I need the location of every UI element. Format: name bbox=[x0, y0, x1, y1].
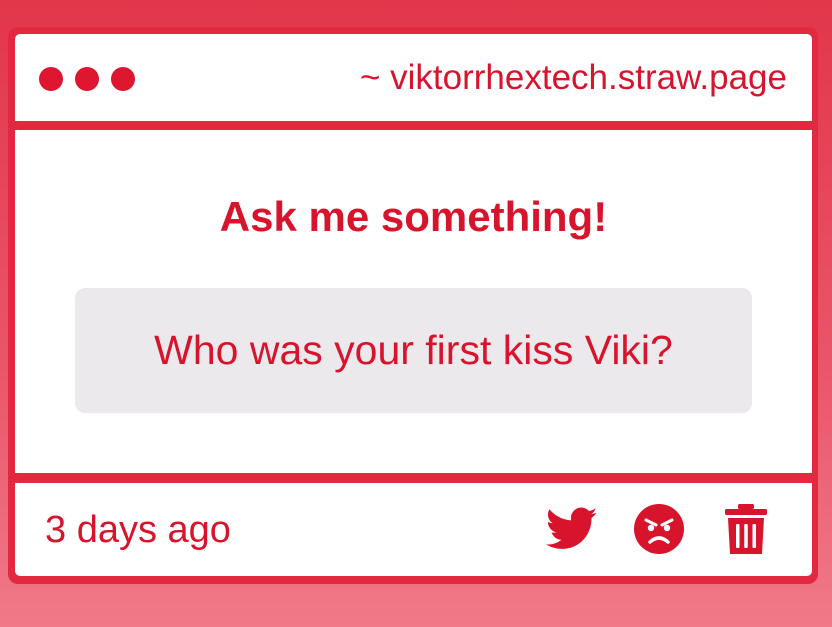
page-url[interactable]: ~ viktorrhextech.straw.page bbox=[360, 58, 787, 98]
window-dot bbox=[39, 67, 63, 91]
trash-icon bbox=[725, 504, 767, 554]
twitter-icon bbox=[546, 507, 598, 549]
card-header: ~ viktorrhextech.straw.page bbox=[15, 34, 812, 121]
window-controls bbox=[39, 67, 135, 91]
question-text: Who was your first kiss Viki? bbox=[154, 327, 673, 373]
action-bar bbox=[546, 503, 772, 555]
window-dot bbox=[75, 67, 99, 91]
timestamp: 3 days ago bbox=[45, 509, 231, 551]
question-box: Who was your first kiss Viki? bbox=[75, 288, 752, 413]
delete-button[interactable] bbox=[720, 503, 772, 555]
card-body: Ask me something! Who was your first kis… bbox=[15, 130, 812, 473]
page-title: Ask me something! bbox=[219, 193, 608, 240]
window-dot bbox=[111, 67, 135, 91]
angry-face-icon bbox=[634, 504, 684, 554]
angry-react-button[interactable] bbox=[633, 503, 685, 555]
twitter-share-button[interactable] bbox=[546, 503, 598, 555]
question-card: ~ viktorrhextech.straw.page Ask me somet… bbox=[8, 27, 818, 584]
card-footer: 3 days ago bbox=[15, 483, 812, 576]
